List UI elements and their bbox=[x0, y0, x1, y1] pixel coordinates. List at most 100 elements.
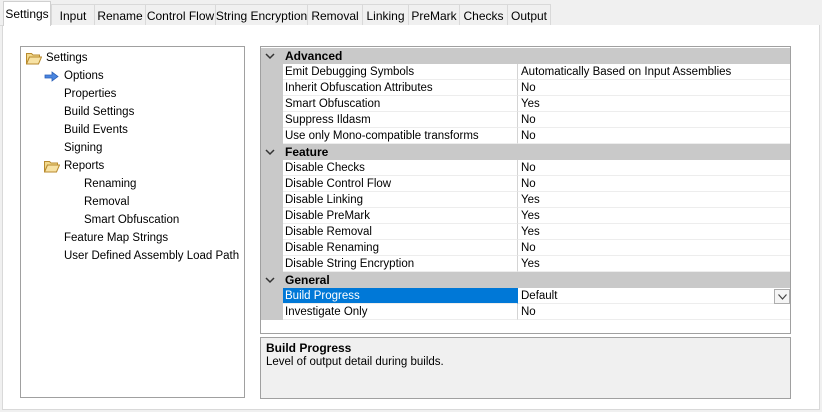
folder-open-icon bbox=[26, 53, 42, 65]
tree-item-label: Build Settings bbox=[64, 106, 135, 118]
property-row-use-only-mono-compatible-transforms[interactable]: Use only Mono-compatible transforms No bbox=[261, 128, 790, 144]
tab-label: Linking bbox=[366, 8, 405, 23]
property-name: Disable Control Flow bbox=[283, 176, 518, 192]
tree-item-label: Properties bbox=[64, 88, 117, 100]
property-value[interactable]: Automatically Based on Input Assemblies bbox=[518, 64, 790, 80]
chevron-down-icon[interactable] bbox=[265, 275, 275, 285]
row-margin bbox=[261, 128, 283, 144]
property-name: Investigate Only bbox=[283, 304, 518, 320]
property-row-disable-checks[interactable]: Disable Checks No bbox=[261, 160, 790, 176]
chevron-down-icon[interactable] bbox=[265, 51, 275, 61]
property-row-disable-control-flow[interactable]: Disable Control Flow No bbox=[261, 176, 790, 192]
category-general[interactable]: General bbox=[261, 272, 790, 288]
chevron-down-icon[interactable] bbox=[265, 147, 275, 157]
property-value[interactable]: No bbox=[518, 304, 790, 320]
property-row-suppress-ildasm[interactable]: Suppress Ildasm No bbox=[261, 112, 790, 128]
property-row-emit-debugging-symbols[interactable]: Emit Debugging Symbols Automatically Bas… bbox=[261, 64, 790, 80]
tree-item-label: Smart Obfuscation bbox=[84, 214, 180, 226]
tab-input[interactable]: Input bbox=[51, 4, 95, 26]
description-text: Level of output detail during builds. bbox=[266, 356, 444, 368]
property-row-build-progress[interactable]: Build Progress Default bbox=[261, 288, 790, 304]
tab-label: Output bbox=[510, 8, 548, 23]
category-advanced[interactable]: Advanced bbox=[261, 48, 790, 64]
row-margin bbox=[261, 288, 283, 304]
tab-control-flow[interactable]: Control Flow bbox=[145, 4, 216, 26]
tree-item-label: Reports bbox=[64, 160, 105, 172]
tab-string-encryption[interactable]: String Encryption bbox=[215, 4, 308, 26]
property-row-investigate-only[interactable]: Investigate Only No bbox=[261, 304, 790, 320]
property-name: Emit Debugging Symbols bbox=[283, 64, 518, 80]
arrow-right-icon bbox=[44, 71, 59, 82]
tab-label: Rename bbox=[97, 8, 143, 23]
tab-label: String Encryption bbox=[215, 8, 308, 23]
property-value-dropdown[interactable]: Default bbox=[518, 288, 790, 304]
tree-item-label: Removal bbox=[84, 196, 130, 208]
tab-label: Removal bbox=[311, 8, 359, 23]
tab-removal[interactable]: Removal bbox=[307, 4, 363, 26]
property-name: Disable String Encryption bbox=[283, 256, 518, 272]
property-name: Inherit Obfuscation Attributes bbox=[283, 80, 518, 96]
property-value[interactable]: Yes bbox=[518, 208, 790, 224]
property-name: Disable PreMark bbox=[283, 208, 518, 224]
row-margin bbox=[261, 208, 283, 224]
property-name: Disable Renaming bbox=[283, 240, 518, 256]
property-description-pane: Build Progress Level of output detail du… bbox=[260, 337, 791, 399]
tree-item-label: Options bbox=[64, 70, 104, 82]
property-grid[interactable]: Advanced Emit Debugging Symbols Automati… bbox=[260, 46, 791, 334]
tree-item-label: Build Events bbox=[64, 124, 128, 136]
row-margin bbox=[261, 224, 283, 240]
row-margin bbox=[261, 304, 283, 320]
row-margin bbox=[261, 112, 283, 128]
settings-tree[interactable]: Settings Options Properties Build Settin… bbox=[20, 46, 245, 398]
row-margin bbox=[261, 192, 283, 208]
property-value[interactable]: Yes bbox=[518, 192, 790, 208]
property-value[interactable]: Yes bbox=[518, 96, 790, 112]
row-margin bbox=[261, 64, 283, 80]
property-value[interactable]: Yes bbox=[518, 256, 790, 272]
category-feature[interactable]: Feature bbox=[261, 144, 790, 160]
property-value[interactable]: No bbox=[518, 112, 790, 128]
tree-item-label: Settings bbox=[46, 52, 88, 64]
tree-item-label: Feature Map Strings bbox=[64, 232, 169, 244]
tab-premark[interactable]: PreMark bbox=[408, 4, 460, 26]
property-value[interactable]: No bbox=[518, 160, 790, 176]
tree-item-label: User Defined Assembly Load Path bbox=[64, 250, 240, 262]
property-name: Disable Linking bbox=[283, 192, 518, 208]
tab-label: Checks bbox=[463, 8, 504, 23]
description-title: Build Progress bbox=[266, 341, 352, 355]
tab-label: Control Flow bbox=[146, 8, 215, 23]
property-name: Use only Mono-compatible transforms bbox=[283, 128, 518, 144]
folder-open-icon bbox=[44, 161, 60, 173]
property-value[interactable]: No bbox=[518, 80, 790, 96]
property-row-disable-string-encryption[interactable]: Disable String Encryption Yes bbox=[261, 256, 790, 272]
property-name: Smart Obfuscation bbox=[283, 96, 518, 112]
property-value[interactable]: No bbox=[518, 176, 790, 192]
row-margin bbox=[261, 96, 283, 112]
row-margin bbox=[261, 240, 283, 256]
chevron-down-icon bbox=[778, 294, 787, 300]
tab-checks[interactable]: Checks bbox=[459, 4, 508, 26]
property-row-disable-linking[interactable]: Disable Linking Yes bbox=[261, 192, 790, 208]
category-label: Feature bbox=[285, 145, 329, 159]
property-row-inherit-obfuscation-attributes[interactable]: Inherit Obfuscation Attributes No bbox=[261, 80, 790, 96]
tab-linking[interactable]: Linking bbox=[362, 4, 409, 26]
dropdown-button[interactable] bbox=[774, 289, 790, 304]
tab-output[interactable]: Output bbox=[507, 4, 551, 26]
property-row-disable-renaming[interactable]: Disable Renaming No bbox=[261, 240, 790, 256]
property-row-disable-removal[interactable]: Disable Removal Yes bbox=[261, 224, 790, 240]
tree-item-label: Renaming bbox=[84, 178, 137, 190]
property-row-smart-obfuscation[interactable]: Smart Obfuscation Yes bbox=[261, 96, 790, 112]
property-row-disable-premark[interactable]: Disable PreMark Yes bbox=[261, 208, 790, 224]
tab-rename[interactable]: Rename bbox=[94, 4, 146, 26]
category-label: General bbox=[285, 273, 330, 287]
property-name: Disable Checks bbox=[283, 160, 518, 176]
tab-settings[interactable]: Settings bbox=[3, 1, 51, 26]
property-value[interactable]: No bbox=[518, 128, 790, 144]
property-name: Suppress Ildasm bbox=[283, 112, 518, 128]
property-name: Disable Removal bbox=[283, 224, 518, 240]
property-value[interactable]: Yes bbox=[518, 224, 790, 240]
row-margin bbox=[261, 160, 283, 176]
tab-strip: Settings Input Rename Control Flow Strin… bbox=[0, 0, 822, 26]
property-value[interactable]: No bbox=[518, 240, 790, 256]
row-margin bbox=[261, 80, 283, 96]
